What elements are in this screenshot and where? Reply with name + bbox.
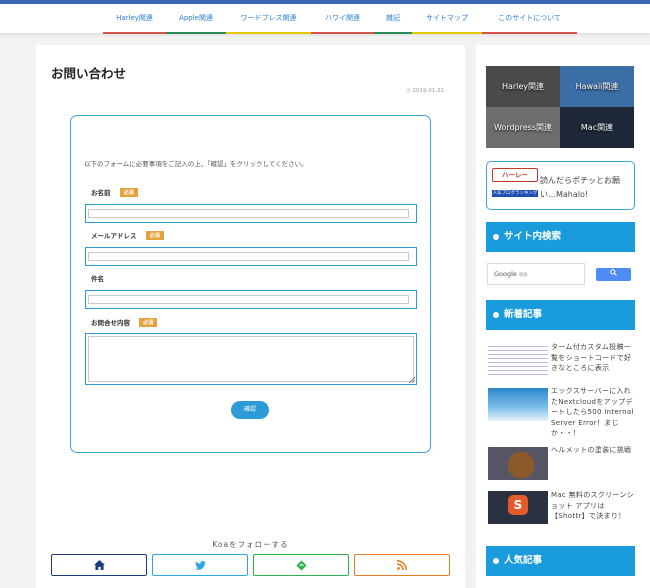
nav-item-zakki[interactable]: 雑記 bbox=[374, 12, 412, 34]
email-input[interactable] bbox=[85, 247, 417, 266]
recent-post-link[interactable]: エックスサーバーに入れたNextcloudをアップデートしたら500 Inter… bbox=[551, 386, 635, 439]
recent-posts-heading: 新着記事 bbox=[486, 300, 635, 330]
contact-form: 以下のフォームに必要事項をご記入の上、「確認」をクリックしてください。 お名前 … bbox=[70, 115, 431, 453]
nav-item-label: Harley関連 bbox=[116, 14, 153, 22]
category-tile-mac[interactable]: Mac関連 bbox=[560, 107, 634, 148]
google-watermark: Google 検索 bbox=[494, 270, 528, 278]
required-badge: 必須 bbox=[139, 318, 158, 327]
follow-feedly-button[interactable] bbox=[253, 554, 349, 576]
shottr-app-icon: S bbox=[508, 495, 528, 515]
required-badge: 必須 bbox=[119, 188, 138, 197]
subject-label-text: 件名 bbox=[91, 275, 104, 283]
feedly-icon bbox=[295, 559, 307, 571]
input-inner bbox=[88, 336, 414, 382]
popular-posts-heading-text: 人気記事 bbox=[504, 555, 543, 566]
message-field-label: お問合せ内容 必須 bbox=[91, 317, 158, 327]
follow-rss-button[interactable] bbox=[354, 554, 450, 576]
popular-posts-heading: 人気記事 bbox=[486, 546, 635, 576]
category-tile-hawaii[interactable]: Hawaii関連 bbox=[560, 66, 634, 107]
follow-label: Koaをフォローする bbox=[212, 540, 289, 549]
site-search-heading-text: サイト内検索 bbox=[504, 231, 562, 242]
main-content: お問い合わせ ◷ 2019.01.22 以下のフォームに必要事項をご記入の上、「… bbox=[36, 45, 465, 588]
input-inner bbox=[88, 209, 409, 218]
post-date-text: 2019.01.22 bbox=[412, 88, 445, 94]
post-thumbnail[interactable]: S bbox=[488, 491, 548, 524]
name-label-text: お名前 bbox=[91, 189, 111, 197]
recent-post-link[interactable]: ターム付カスタム投稿一覧をショートコードで好きなところに表示 bbox=[551, 342, 635, 374]
message-textarea[interactable] bbox=[85, 333, 417, 385]
sidebar: Harley関連 Hawaii関連 Wordpress関連 Mac関連 ハーレー… bbox=[476, 45, 650, 588]
page-title: お問い合わせ bbox=[51, 66, 127, 81]
recent-post-link[interactable]: Mac 無料のスクリーンショット アプリは【Shottr】で決まり！ bbox=[551, 490, 635, 522]
nav-underline bbox=[482, 32, 577, 34]
nav-item-label: Apple関連 bbox=[179, 14, 213, 22]
resize-grip-icon[interactable] bbox=[409, 377, 415, 383]
follow-twitter-button[interactable] bbox=[152, 554, 248, 576]
search-icon bbox=[610, 269, 617, 276]
nav-item-wordpress[interactable]: ワードプレス関連 bbox=[226, 12, 311, 34]
post-thumbnail[interactable] bbox=[488, 388, 548, 421]
name-field-label: お名前 必須 bbox=[91, 187, 138, 197]
recent-post-link[interactable]: ヘルメットの塗装に挑戦 bbox=[551, 445, 635, 456]
nav-item-label: このサイトについて bbox=[498, 14, 561, 22]
category-tile-harley[interactable]: Harley関連 bbox=[486, 66, 560, 107]
nav-item-label: ハワイ関連 bbox=[325, 14, 360, 22]
post-date: ◷ 2019.01.22 bbox=[406, 88, 444, 94]
nav-underline bbox=[226, 32, 311, 34]
input-inner bbox=[88, 252, 409, 261]
nav-underline bbox=[374, 32, 412, 34]
google-search-input[interactable]: Google 検索 bbox=[487, 263, 585, 285]
post-thumbnail[interactable] bbox=[488, 447, 548, 480]
nav-underline bbox=[103, 32, 166, 34]
twitter-icon bbox=[194, 560, 206, 570]
nav-item-label: 雑記 bbox=[386, 14, 400, 22]
nav-underline bbox=[311, 32, 374, 34]
email-label-text: メールアドレス bbox=[91, 232, 137, 240]
recent-posts-heading-text: 新着記事 bbox=[504, 309, 543, 320]
nav-item-about[interactable]: このサイトについて bbox=[482, 12, 577, 34]
global-nav: Harley関連 Apple関連 ワードプレス関連 ハワイ関連 雑記 サイトマッ… bbox=[0, 4, 650, 34]
google-text: Google bbox=[494, 270, 517, 278]
post-thumbnail[interactable] bbox=[488, 343, 548, 376]
site-search-heading: サイト内検索 bbox=[486, 222, 635, 252]
rss-icon bbox=[397, 560, 407, 570]
nav-item-harley[interactable]: Harley関連 bbox=[103, 12, 166, 34]
bullet-icon bbox=[493, 312, 499, 318]
nav-item-hawaii[interactable]: ハワイ関連 bbox=[311, 12, 374, 34]
nav-item-label: サイトマップ bbox=[426, 14, 468, 22]
subject-input[interactable] bbox=[85, 290, 417, 309]
google-search-button[interactable] bbox=[596, 268, 631, 281]
clock-icon: ◷ bbox=[405, 88, 411, 94]
category-tile-wordpress[interactable]: Wordpress関連 bbox=[486, 107, 560, 148]
blog-ranking-banner[interactable]: ハーレー 人気ブログランキング 読んだらポチッとお願い…Mahalo! bbox=[486, 161, 635, 210]
bullet-icon bbox=[493, 558, 499, 564]
confirm-button[interactable]: 確認 bbox=[231, 401, 269, 419]
search-small-text: 検索 bbox=[519, 273, 528, 278]
ranking-text: 読んだらポチッとお願い…Mahalo! bbox=[540, 176, 620, 199]
subject-field-label: 件名 bbox=[91, 273, 104, 283]
ranking-badge: 人気ブログランキング bbox=[492, 190, 538, 197]
required-badge: 必須 bbox=[145, 231, 164, 240]
nav-underline bbox=[412, 32, 482, 34]
bullet-icon bbox=[493, 234, 499, 240]
home-icon bbox=[93, 560, 105, 570]
nav-item-label: ワードプレス関連 bbox=[240, 14, 297, 22]
nav-underline bbox=[166, 32, 226, 34]
harley-ranking-logo[interactable]: ハーレー bbox=[492, 168, 538, 182]
nav-item-sitemap[interactable]: サイトマップ bbox=[412, 12, 482, 34]
form-instruction: 以下のフォームに必要事項をご記入の上、「確認」をクリックしてください。 bbox=[84, 160, 308, 168]
follow-home-button[interactable] bbox=[51, 554, 147, 576]
message-label-text: お問合せ内容 bbox=[91, 319, 130, 327]
input-inner bbox=[88, 295, 409, 304]
nav-item-apple[interactable]: Apple関連 bbox=[166, 12, 226, 34]
email-field-label: メールアドレス 必須 bbox=[91, 230, 164, 240]
name-input[interactable] bbox=[85, 204, 417, 223]
